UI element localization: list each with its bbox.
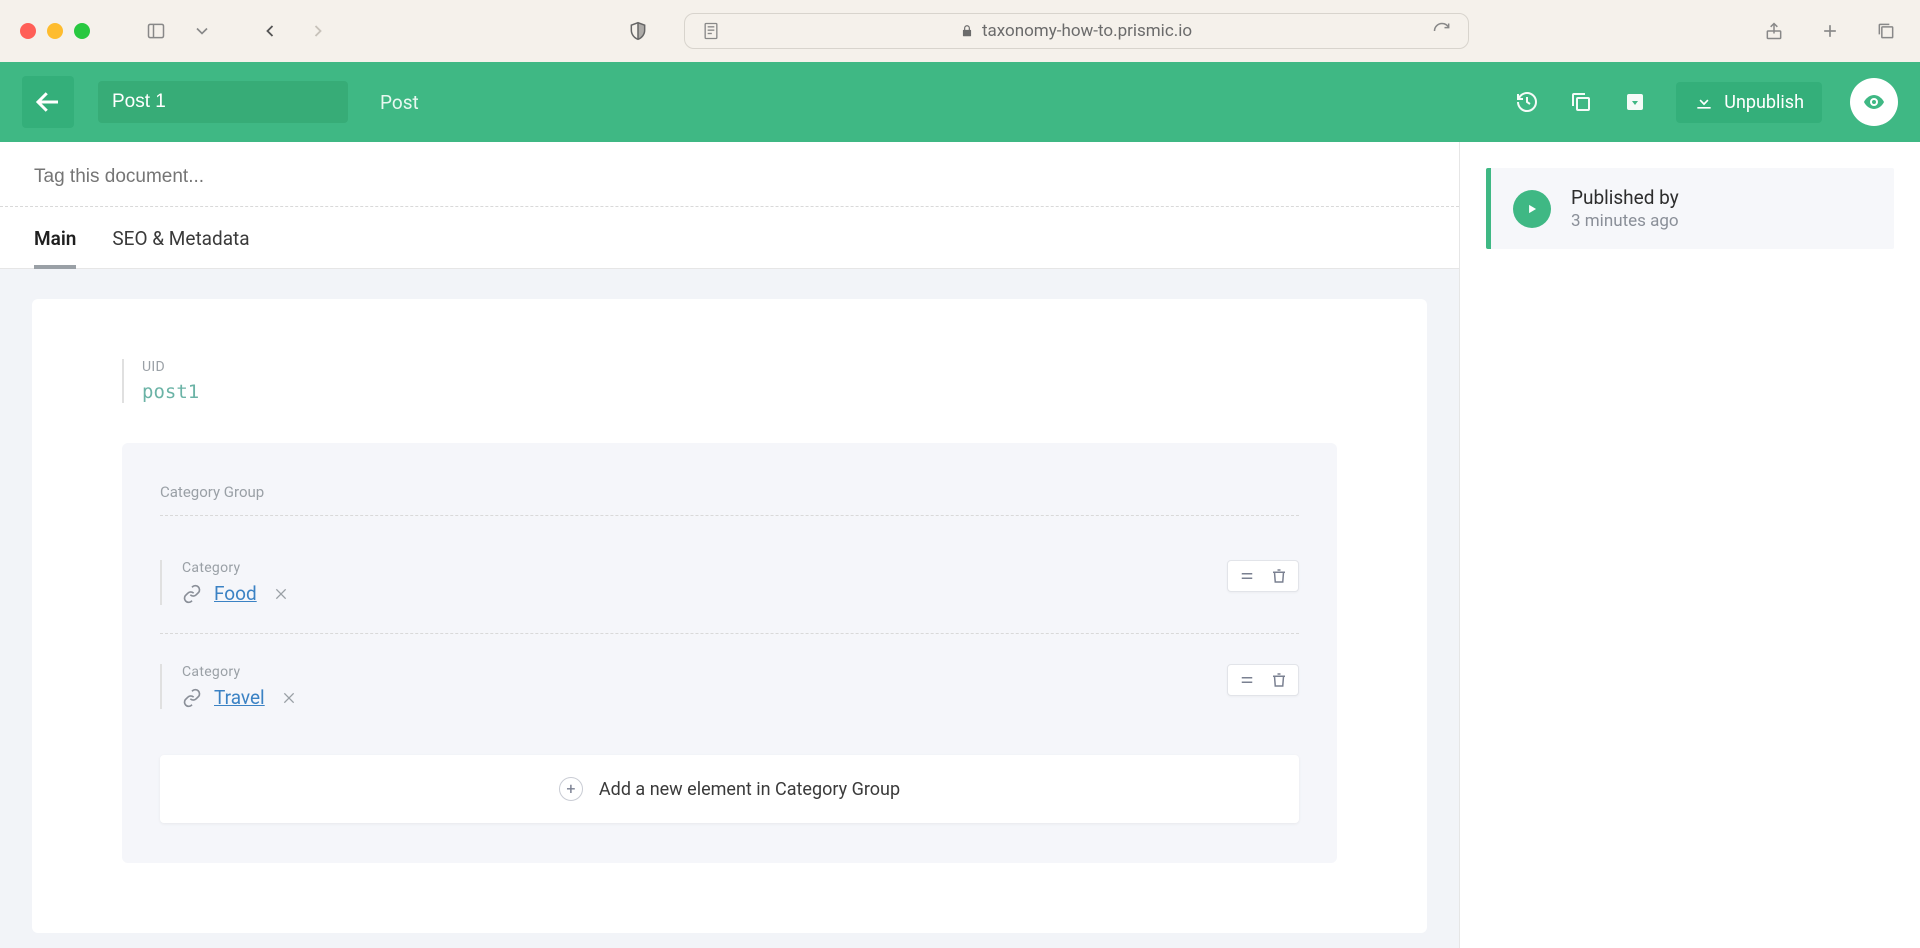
published-status-icon — [1513, 190, 1551, 228]
share-icon[interactable] — [1760, 17, 1788, 45]
unpublish-button[interactable]: Unpublish — [1676, 82, 1822, 123]
add-group-item-button[interactable]: + Add a new element in Category Group — [160, 755, 1299, 823]
new-tab-icon[interactable] — [1816, 17, 1844, 45]
uid-value[interactable]: post1 — [142, 381, 1337, 403]
add-group-item-label: Add a new element in Category Group — [599, 779, 900, 800]
minimize-window-button[interactable] — [47, 23, 63, 39]
remove-link-icon[interactable] — [273, 586, 289, 602]
item-controls — [1227, 560, 1299, 592]
delete-item-icon[interactable] — [1270, 671, 1288, 689]
url-text: taxonomy-how-to.prismic.io — [982, 21, 1192, 41]
unpublish-label: Unpublish — [1724, 92, 1804, 113]
uid-label: UID — [142, 359, 1337, 375]
link-icon — [182, 584, 202, 604]
lock-icon — [960, 24, 974, 38]
drag-handle-icon[interactable] — [1238, 567, 1256, 585]
document-title-input[interactable] — [98, 81, 348, 123]
category-label: Category — [182, 664, 297, 680]
app-header: Post Unpublish — [0, 62, 1920, 142]
category-link-value[interactable]: Travel — [214, 686, 265, 709]
remove-link-icon[interactable] — [281, 690, 297, 706]
sidebar-toggle-icon[interactable] — [142, 17, 170, 45]
group-item: Category Travel — [160, 633, 1299, 727]
url-bar[interactable]: taxonomy-how-to.prismic.io — [684, 13, 1469, 49]
plus-icon: + — [559, 777, 583, 801]
browser-chrome: taxonomy-how-to.prismic.io — [0, 0, 1920, 62]
tab-seo-metadata[interactable]: SEO & Metadata — [112, 207, 249, 268]
download-icon — [1694, 92, 1714, 112]
link-icon — [182, 688, 202, 708]
drag-handle-icon[interactable] — [1238, 671, 1256, 689]
traffic-lights — [20, 23, 90, 39]
group-item: Category Food — [160, 542, 1299, 623]
category-label: Category — [182, 560, 289, 576]
group-label: Category Group — [160, 483, 1299, 501]
published-timestamp: 3 minutes ago — [1571, 211, 1679, 231]
preview-button[interactable] — [1850, 78, 1898, 126]
back-button[interactable] — [22, 76, 74, 128]
tabs: Main SEO & Metadata — [0, 207, 1459, 269]
reader-mode-icon[interactable] — [697, 17, 725, 45]
uid-field: UID post1 — [122, 359, 1337, 403]
reload-icon[interactable] — [1428, 17, 1456, 45]
nav-back-button[interactable] — [256, 17, 284, 45]
copy-icon[interactable] — [1568, 89, 1594, 115]
category-link-value[interactable]: Food — [214, 582, 257, 605]
archive-icon[interactable] — [1622, 89, 1648, 115]
category-group-panel: Category Group Category Food — [122, 443, 1337, 863]
tab-overview-icon[interactable] — [1872, 17, 1900, 45]
chevron-down-icon[interactable] — [188, 17, 216, 45]
delete-item-icon[interactable] — [1270, 567, 1288, 585]
close-window-button[interactable] — [20, 23, 36, 39]
tag-input[interactable] — [34, 166, 1425, 188]
document-type-label: Post — [380, 91, 419, 114]
published-by-label: Published by — [1571, 186, 1679, 209]
history-icon[interactable] — [1514, 89, 1540, 115]
maximize-window-button[interactable] — [74, 23, 90, 39]
tab-main[interactable]: Main — [34, 207, 76, 268]
privacy-shield-icon[interactable] — [624, 17, 652, 45]
content-panel: UID post1 Category Group Category Food — [32, 299, 1427, 933]
publish-status-card[interactable]: Published by 3 minutes ago — [1486, 168, 1894, 249]
nav-forward-button[interactable] — [304, 17, 332, 45]
eye-icon — [1862, 90, 1886, 114]
right-sidebar: Published by 3 minutes ago — [1460, 142, 1920, 948]
item-controls — [1227, 664, 1299, 696]
